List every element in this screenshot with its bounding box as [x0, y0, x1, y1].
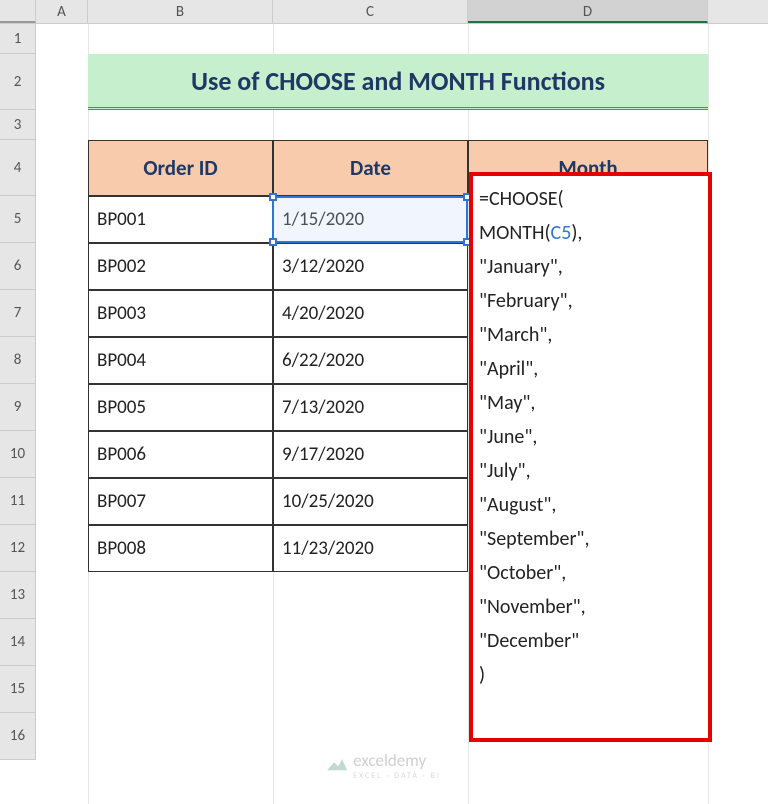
- select-all-corner[interactable]: [0, 0, 36, 23]
- row-header-1[interactable]: 1: [0, 24, 36, 54]
- formula-line: "March",: [479, 318, 702, 352]
- formula-line: "December": [479, 624, 702, 658]
- header-date[interactable]: Date: [273, 140, 468, 196]
- row-headers: 1 2 3 4 5 6 7 8 9 10 11 12 13 14 15 16: [0, 24, 36, 760]
- row-header-4[interactable]: 4: [0, 140, 36, 196]
- title-merged-cell[interactable]: Use of CHOOSE and MONTH Functions: [88, 54, 708, 110]
- formula-line: "August",: [479, 488, 702, 522]
- row-header-10[interactable]: 10: [0, 431, 36, 478]
- row-header-8[interactable]: 8: [0, 337, 36, 384]
- cell-date[interactable]: 9/17/2020: [273, 431, 468, 478]
- row-header-13[interactable]: 13: [0, 572, 36, 619]
- watermark-sub: EXCEL · DATA · BI: [353, 771, 441, 781]
- cell-date[interactable]: 11/23/2020: [273, 525, 468, 572]
- header-order-id[interactable]: Order ID: [88, 140, 273, 196]
- row-header-3[interactable]: 3: [0, 110, 36, 140]
- formula-line: "July",: [479, 454, 702, 488]
- cell-orderid[interactable]: BP003: [88, 290, 273, 337]
- formula-line: "September",: [479, 522, 702, 556]
- formula-text: MONTH(: [479, 221, 551, 245]
- cell-orderid[interactable]: BP002: [88, 243, 273, 290]
- watermark: exceldemy EXCEL · DATA · BI: [327, 750, 441, 781]
- formula-line: "April",: [479, 352, 702, 386]
- row-header-15[interactable]: 15: [0, 666, 36, 713]
- formula-line: "May",: [479, 386, 702, 420]
- row-header-6[interactable]: 6: [0, 243, 36, 290]
- formula-edit-cell[interactable]: =CHOOSE( MONTH(C5), "January", "February…: [469, 172, 712, 742]
- cell-orderid[interactable]: BP008: [88, 525, 273, 572]
- cell-date[interactable]: 6/22/2020: [273, 337, 468, 384]
- watermark-chart-icon: [327, 758, 347, 774]
- spreadsheet-view: A B C D 1 2 3 4 5 6 7 8 9 10 11 12 13 14…: [0, 0, 768, 804]
- row-header-12[interactable]: 12: [0, 525, 36, 572]
- formula-cell-ref: C5: [551, 221, 572, 245]
- cell-orderid[interactable]: BP007: [88, 478, 273, 525]
- cell-orderid[interactable]: BP006: [88, 431, 273, 478]
- row-header-5[interactable]: 5: [0, 196, 36, 243]
- cell-orderid[interactable]: BP004: [88, 337, 273, 384]
- row-header-16[interactable]: 16: [0, 713, 36, 760]
- col-header-D[interactable]: D: [468, 0, 708, 23]
- formula-line: "June",: [479, 420, 702, 454]
- formula-line: MONTH(C5),: [479, 216, 702, 250]
- cell-date[interactable]: 3/12/2020: [273, 243, 468, 290]
- col-header-C[interactable]: C: [273, 0, 468, 23]
- cell-date[interactable]: 10/25/2020: [273, 478, 468, 525]
- formula-text: ),: [571, 221, 582, 245]
- formula-line: "January",: [479, 250, 702, 284]
- cell-orderid[interactable]: BP001: [88, 196, 273, 243]
- cell-date[interactable]: 7/13/2020: [273, 384, 468, 431]
- column-headers: A B C D: [0, 0, 768, 24]
- formula-line: "February",: [479, 284, 702, 318]
- row-header-9[interactable]: 9: [0, 384, 36, 431]
- cell-date[interactable]: 4/20/2020: [273, 290, 468, 337]
- cell-date[interactable]: 1/15/2020: [273, 196, 468, 243]
- formula-line: "November",: [479, 590, 702, 624]
- col-header-B[interactable]: B: [88, 0, 273, 23]
- row-header-14[interactable]: 14: [0, 619, 36, 666]
- cell-orderid[interactable]: BP005: [88, 384, 273, 431]
- col-header-A[interactable]: A: [36, 0, 88, 23]
- row-header-2[interactable]: 2: [0, 54, 36, 110]
- row-header-7[interactable]: 7: [0, 290, 36, 337]
- formula-line: ): [479, 658, 702, 692]
- row-header-11[interactable]: 11: [0, 478, 36, 525]
- formula-line: "October",: [479, 556, 702, 590]
- formula-line: =CHOOSE(: [479, 182, 702, 216]
- watermark-name: exceldemy: [353, 750, 441, 771]
